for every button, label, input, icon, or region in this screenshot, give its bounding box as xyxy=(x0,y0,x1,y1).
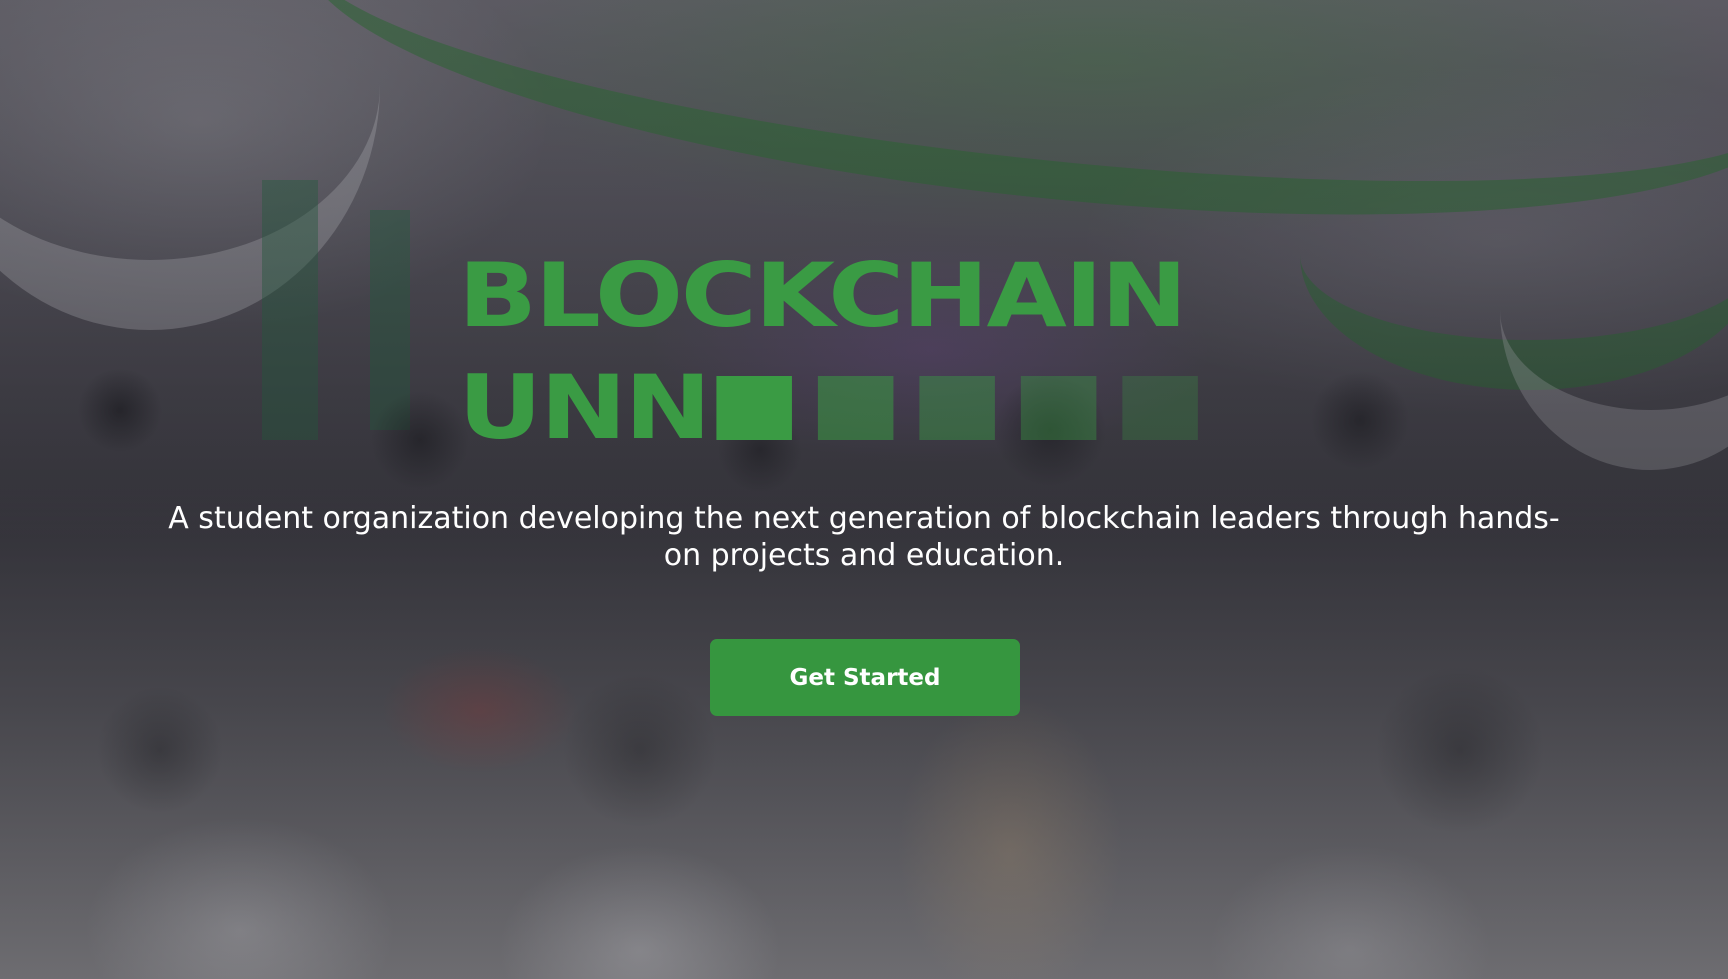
typing-block xyxy=(1122,376,1198,440)
hero-content: BLOCKCHAIN UNN A student organization de… xyxy=(0,0,1728,979)
hero-title: BLOCKCHAIN UNN xyxy=(458,240,1198,464)
typing-block xyxy=(716,376,792,440)
hero-title-line-1: BLOCKCHAIN xyxy=(458,244,1188,347)
get-started-button[interactable]: Get Started xyxy=(710,639,1020,716)
typing-block xyxy=(919,376,995,440)
hero-subtitle: A student organization developing the ne… xyxy=(168,501,1560,573)
typing-animation-blocks xyxy=(716,376,1198,440)
hero-section: BLOCKCHAIN UNN A student organization de… xyxy=(0,0,1728,979)
hero-title-line-2: UNN xyxy=(458,352,1198,464)
typing-block xyxy=(817,376,894,440)
hero-title-line-2-text: UNN xyxy=(458,356,711,459)
typing-block xyxy=(1020,376,1097,440)
